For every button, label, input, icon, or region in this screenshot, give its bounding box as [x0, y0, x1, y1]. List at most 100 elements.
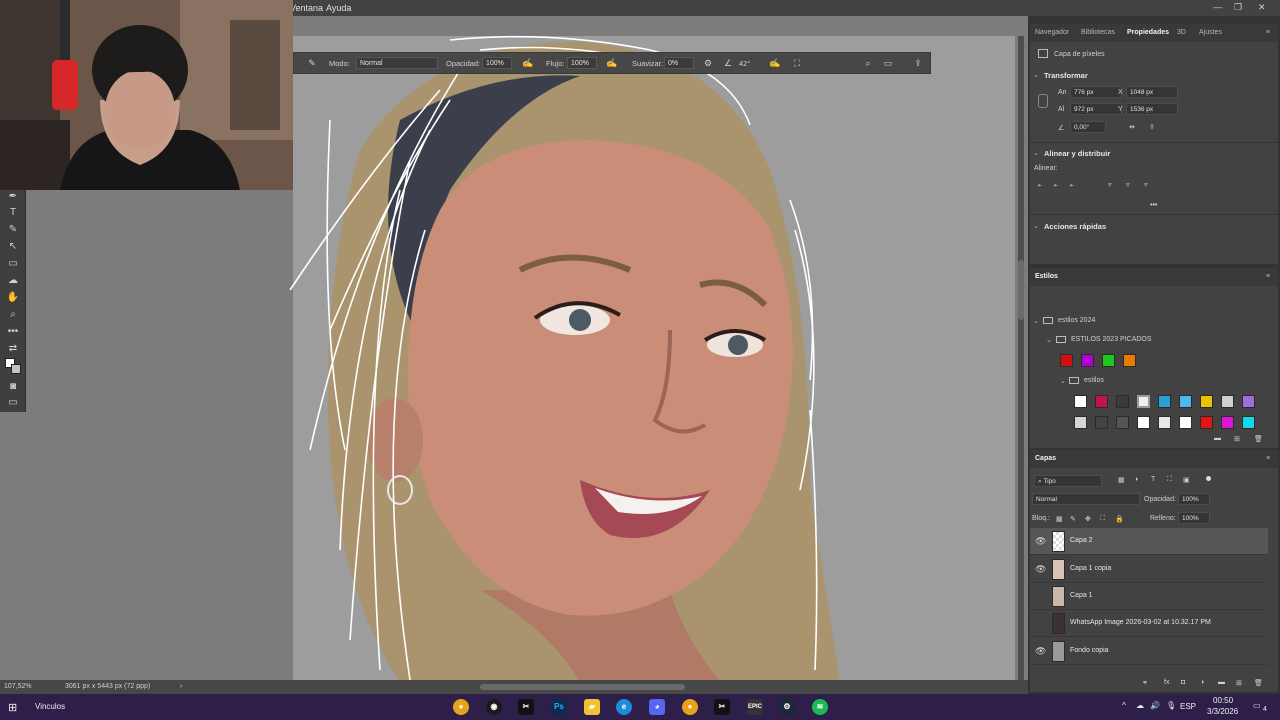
capcut-icon[interactable]: ✂	[518, 699, 534, 715]
trash-icon[interactable]: 🗑	[1254, 679, 1263, 687]
cloud-tool-icon[interactable]: ☁	[5, 274, 21, 288]
lock-move-icon[interactable]: ✥	[1085, 515, 1091, 523]
eye-icon[interactable]: 👁	[1035, 536, 1046, 547]
align-center-h-icon[interactable]: ⫦	[1054, 182, 1058, 190]
tab-ajustes[interactable]: Ajustes	[1199, 29, 1222, 36]
style-swatch-cyan[interactable]	[1242, 416, 1255, 429]
transform-title[interactable]: Transformar	[1044, 71, 1088, 80]
layer-row[interactable]: · Capa 1	[1030, 583, 1268, 610]
discord-icon[interactable]: ◕	[649, 699, 665, 715]
lock-brush-icon[interactable]: ✎	[1070, 515, 1076, 523]
new-group-icon[interactable]: ▬	[1214, 435, 1221, 442]
airbrush-icon[interactable]: ✍	[606, 57, 618, 69]
layer-row[interactable]: 👁 Fondo copia	[1030, 638, 1268, 665]
align-left-icon[interactable]: ⫦	[1038, 182, 1042, 190]
blend-mode-select[interactable]: Normal	[1032, 493, 1140, 505]
notification-icon[interactable]: ▭	[1253, 701, 1261, 710]
restore-button[interactable]: ❐	[1234, 2, 1242, 13]
obs-icon[interactable]: ◉	[486, 699, 502, 715]
taskbar-links-label[interactable]: Vinculos	[35, 702, 65, 711]
style-swatch-white[interactable]	[1179, 416, 1192, 429]
chrome-icon-2[interactable]: ●	[682, 699, 698, 715]
style-swatch-green[interactable]	[1102, 354, 1115, 367]
lock-all-icon[interactable]: 🔒	[1115, 515, 1124, 523]
brush-tool-icon[interactable]: ✎	[5, 223, 21, 237]
flip-vertical-icon[interactable]: ⇳	[1149, 123, 1155, 131]
zoom-tool-icon[interactable]: ⌕	[5, 308, 21, 322]
style-swatch-violet[interactable]	[1242, 395, 1255, 408]
filter-pixel-icon[interactable]: ▦	[1118, 476, 1125, 484]
chevron-up-icon[interactable]: ^	[1122, 701, 1126, 710]
panel-menu-icon[interactable]: ≡	[1266, 29, 1270, 36]
zoom-level[interactable]: 107,52%	[4, 683, 32, 690]
tab-bibliotecas[interactable]: Bibliotecas	[1081, 29, 1115, 36]
clock-date[interactable]: 3/3/2026	[1207, 707, 1238, 716]
swap-colors-icon[interactable]: ⇄	[5, 342, 21, 356]
pressure-opacity-icon[interactable]: ✍	[522, 57, 534, 69]
share-icon[interactable]: ⇪	[912, 57, 924, 69]
filter-shape-icon[interactable]: ⛶	[1167, 476, 1172, 484]
width-field[interactable]: 776 px	[1070, 86, 1122, 98]
style-swatch-dark3[interactable]	[1116, 416, 1129, 429]
modo-select[interactable]: Normal	[356, 57, 438, 69]
align-title[interactable]: Alinear y distribuir	[1044, 149, 1110, 158]
horizontal-scroll-thumb[interactable]	[480, 684, 685, 690]
style-swatch-purple[interactable]	[1081, 354, 1094, 367]
lock-artboard-icon[interactable]: ⛶	[1100, 515, 1105, 523]
minimize-button[interactable]: —	[1213, 2, 1222, 12]
text-tool-icon[interactable]: T	[5, 206, 21, 220]
more-options-button[interactable]: •••	[1150, 202, 1157, 209]
pen-tool-icon[interactable]: ✒	[5, 190, 21, 204]
style-swatch-sky[interactable]	[1179, 395, 1192, 408]
group-icon[interactable]: ▬	[1218, 679, 1225, 686]
panel-menu-icon[interactable]: ≡	[1266, 273, 1270, 280]
edge-icon[interactable]: e	[616, 699, 632, 715]
chevron-down-icon[interactable]: ⌄	[1033, 222, 1039, 230]
style-swatch-none[interactable]	[1074, 395, 1087, 408]
style-swatch-orange[interactable]	[1123, 354, 1136, 367]
spotify-icon[interactable]: ≋	[812, 699, 828, 715]
close-button[interactable]: ✕	[1258, 2, 1266, 13]
style-folder-name[interactable]: estilos	[1084, 377, 1104, 384]
cloud-icon[interactable]: ☁	[1136, 701, 1144, 710]
angle-field[interactable]: 0,00°	[1070, 121, 1106, 133]
layer-fill-field[interactable]: 100%	[1178, 512, 1210, 524]
chevron-down-icon[interactable]: ⌄	[1033, 149, 1039, 157]
new-layer-icon[interactable]: ⊞	[1236, 679, 1242, 687]
steam-icon[interactable]: ⚙	[779, 699, 795, 715]
align-top-icon[interactable]: ⫧	[1108, 182, 1112, 190]
opacidad-field[interactable]: 100%	[482, 57, 512, 69]
style-swatch-teal[interactable]	[1158, 395, 1171, 408]
hand-tool-icon[interactable]: ✋	[5, 291, 21, 305]
adjustment-layer-icon[interactable]: ◑	[1200, 679, 1204, 686]
link-icon[interactable]	[1038, 94, 1048, 108]
style-swatch-magenta[interactable]	[1095, 395, 1108, 408]
mask-icon[interactable]: ◘	[1181, 679, 1185, 686]
y-field[interactable]: 1536 px	[1126, 103, 1178, 115]
align-middle-v-icon[interactable]: ⫧	[1126, 182, 1130, 190]
style-swatch-grey[interactable]	[1074, 416, 1087, 429]
eye-icon[interactable]: 👁	[1035, 564, 1046, 575]
brush-preset-icon[interactable]: ✎	[306, 57, 318, 69]
style-swatch-red[interactable]	[1060, 354, 1073, 367]
chevron-down-icon[interactable]: ⌄	[1060, 377, 1066, 385]
tab-capas[interactable]: Capas	[1035, 455, 1056, 462]
style-subgroup-name[interactable]: ESTILOS 2023 PICADOS	[1071, 336, 1152, 343]
tab-navegador[interactable]: Navegador	[1035, 29, 1069, 36]
epic-games-icon[interactable]: EPIC	[747, 699, 763, 715]
layer-filter-select[interactable]: ⌕ Tipo	[1034, 475, 1102, 487]
panel-menu-icon[interactable]: ≡	[1266, 455, 1270, 462]
chevron-down-icon[interactable]: ⌄	[1033, 71, 1039, 79]
windows-start-icon[interactable]: ⊞	[8, 701, 17, 714]
eye-icon[interactable]: 👁	[1035, 646, 1046, 657]
search-icon[interactable]: ⌕	[862, 57, 874, 69]
new-style-icon[interactable]: ⊞	[1234, 435, 1240, 443]
tab-estilos[interactable]: Estilos	[1035, 273, 1058, 280]
quick-actions-title[interactable]: Acciones rápidas	[1044, 222, 1106, 231]
flujo-field[interactable]: 100%	[567, 57, 597, 69]
chrome-icon[interactable]: ●	[453, 699, 469, 715]
tab-3d[interactable]: 3D	[1177, 29, 1186, 36]
filter-adjust-icon[interactable]: ◑	[1134, 476, 1138, 483]
file-explorer-icon[interactable]: ▰	[584, 699, 600, 715]
path-select-icon[interactable]: ↖	[5, 240, 21, 254]
